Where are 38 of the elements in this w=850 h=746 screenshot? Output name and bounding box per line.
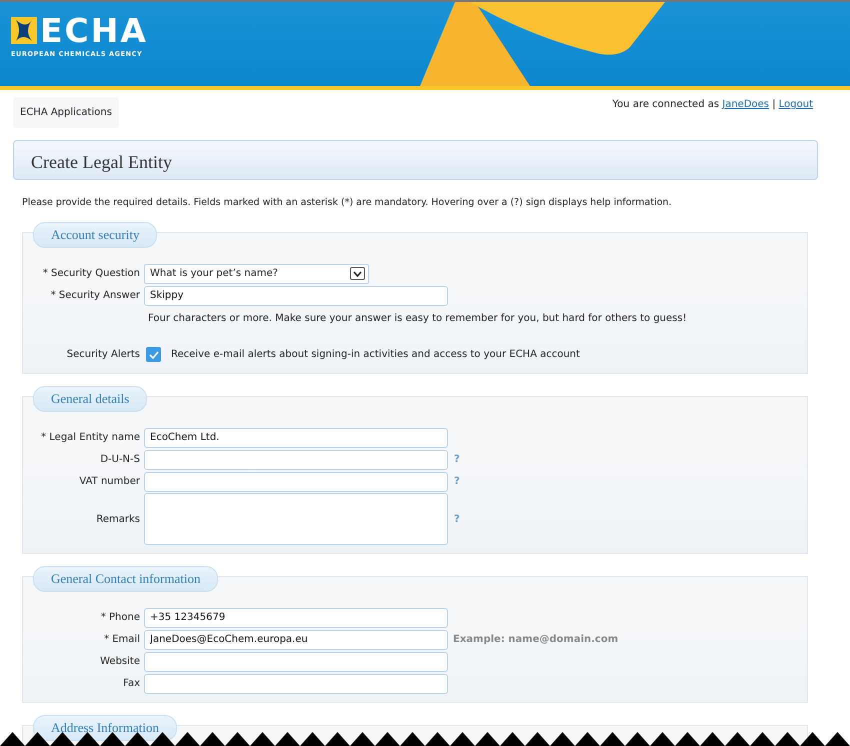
example-hint: Example: name@domain.com [453,633,618,648]
section-title: Account security [33,222,158,248]
field-label: * Phone [100,611,141,626]
applications-tab[interactable]: ECHA Applications [13,97,119,128]
section-title: General details [33,386,148,412]
logout-link[interactable]: Logout [778,99,813,110]
field-label: * Email [103,633,141,648]
field-label: Fax [122,677,141,692]
separator: | [772,99,776,110]
text-area[interactable] [144,493,448,546]
field-label: Security Alerts [66,348,141,362]
input-field[interactable] [144,652,448,672]
checkbox-label: Receive e-mail alerts about signing-in activities and access to your ECHA account [171,348,580,362]
input-field[interactable]: +35 12345679 [144,608,448,628]
caret-icon [353,270,362,277]
checkbox[interactable] [146,347,161,362]
connected-label: You are connected as [612,99,720,110]
logo-icon [11,17,37,44]
field-label: * Legal Entity name [40,431,141,446]
field-label: * Security Question [42,267,141,282]
page-title: Create Legal Entity [13,140,818,180]
user-link[interactable]: JaneDoes [722,99,769,110]
input-field[interactable] [144,472,448,492]
field-label: Remarks [95,512,141,527]
field-label: D-U-N-S [99,453,141,468]
input-field[interactable]: EcoChem Ltd. [144,428,448,448]
section-title: General Contact information [33,566,218,592]
input-field[interactable] [144,450,448,470]
intro-text: Please provide the required details. Fields marked with an asterisk (*) are mandatory. Hovering over a (?) sign displays help information. [22,196,673,210]
field-label: Website [99,655,141,670]
security-question-dropdown[interactable]: What is your pet’s name? [144,264,369,284]
logo-text: ECHA [40,14,148,47]
field-label: * Security Answer [50,289,141,304]
input-field[interactable] [144,674,448,694]
hint-text: Four characters or more. Make sure your answer is easy to remember for you, but hard for others to guess! [148,312,688,326]
input-field[interactable]: Skippy [144,286,448,306]
field-label: VAT number [78,475,141,490]
check-icon [148,350,158,359]
